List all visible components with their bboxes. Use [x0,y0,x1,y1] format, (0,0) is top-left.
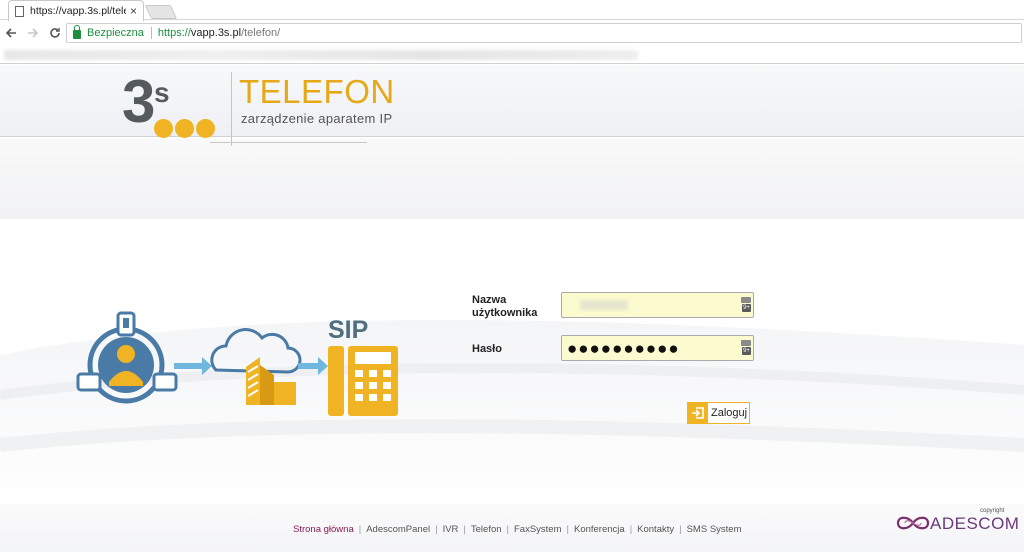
address-bar[interactable]: Bezpieczna https:// vapp.3s.pl /telefon/ [66,23,1022,43]
url-scheme: https:// [157,27,191,39]
omnibox-separator [150,27,152,39]
logo-text-3: 3 [122,68,155,135]
password-value: ●●●●●●●●●● [567,339,680,358]
url-host: vapp.3s.pl [190,27,242,39]
logo-dot [175,119,194,138]
logo-3s: 3 s [122,68,218,138]
footer-link-adescompanel[interactable]: AdescomPanel [366,524,430,535]
logo-dot [154,119,173,138]
password-field[interactable]: ●●●●●●●●●● 9+ [561,335,754,361]
blurred-bookmarks [4,50,638,60]
login-enter-icon [688,403,708,423]
logo-dot [196,119,215,138]
adescom-brand: ADESCOM [930,514,1020,533]
login-button[interactable]: Zaloguj [687,402,750,424]
close-tab-icon[interactable]: × [130,4,137,18]
browser-tab[interactable]: https://vapp.3s.pl/telefon/ × [8,0,144,21]
footer-links: Strona główna | AdescomPanel | IVR | Tel… [293,524,742,535]
keyboard-badge-icon[interactable]: 9+ [741,297,751,312]
login-button-label: Zaloguj [711,407,748,419]
logo-divider [231,72,232,146]
footer-link-ivr[interactable]: IVR [443,524,459,535]
adescom-logo[interactable]: copyright ADESCOM [895,508,1019,534]
app-title: TELEFON [239,73,395,110]
new-tab-button[interactable] [144,5,178,19]
svg-text:SIP: SIP [328,316,368,344]
footer-link-strona-glowna[interactable]: Strona główna [293,524,354,535]
header-divider [0,136,1024,137]
bookmarks-bar [0,46,1024,64]
header-shadow-band [0,139,1024,219]
username-label-line2: użytkownika [472,307,538,319]
subtitle-underline [210,142,367,143]
secure-label: Bezpieczna [87,27,144,39]
keyboard-badge-icon[interactable]: 9+ [741,340,751,355]
forward-arrow-icon[interactable] [22,22,44,44]
tab-title: https://vapp.3s.pl/telefon/ [30,5,126,17]
lock-icon [73,25,81,39]
page-content: 3 s TELEFON zarządzenie aparatem IP SIP … [0,65,1024,552]
username-field[interactable]: 9+ [561,292,754,318]
page-icon [15,5,24,17]
footer-link-konferencja[interactable]: Konferencja [574,524,625,535]
reload-icon[interactable] [44,22,66,44]
voip-illustration: SIP [76,311,398,416]
adescom-infinity-icon [896,516,930,530]
logo-text-s: s [154,77,170,108]
username-label: Nazwa użytkownika [472,294,537,320]
footer-link-sms-system[interactable]: SMS System [687,524,742,535]
password-label: Hasło [472,343,502,355]
sip-phone-icon: SIP [328,316,398,416]
app-subtitle: zarządzenie aparatem IP [241,111,393,126]
browser-tabstrip: https://vapp.3s.pl/telefon/ × [0,0,1024,21]
blurred-username [580,300,628,310]
footer-link-faxsystem[interactable]: FaxSystem [514,524,562,535]
cloud-building-icon [210,328,302,405]
url-path: /telefon/ [241,27,281,39]
footer-link-kontakty[interactable]: Kontakty [637,524,674,535]
username-label-line1: Nazwa [472,294,507,306]
user-circle-icon [76,311,178,404]
back-arrow-icon[interactable] [0,22,22,44]
footer-link-telefon[interactable]: Telefon [471,524,502,535]
browser-toolbar: Bezpieczna https:// vapp.3s.pl /telefon/ [0,20,1024,46]
